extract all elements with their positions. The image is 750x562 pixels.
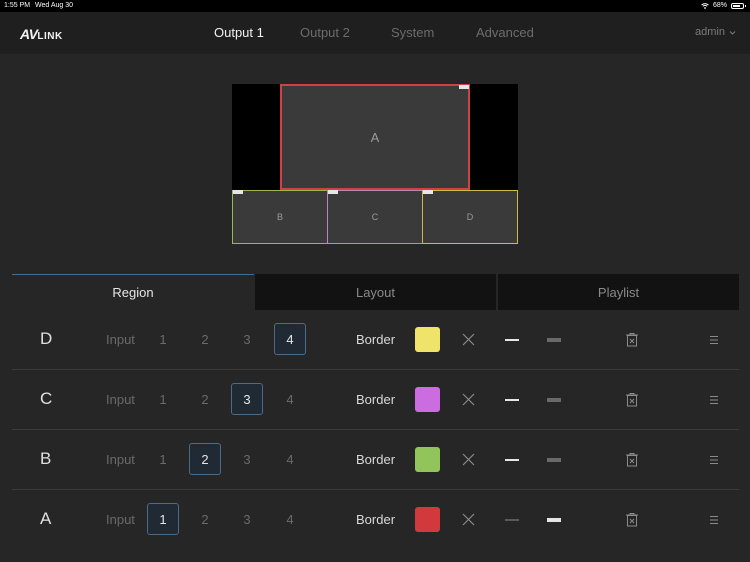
chevron-down-icon [729,30,736,35]
app-header: AV LINK Output 1 Output 2 System Advance… [0,12,750,54]
input-button[interactable]: 3 [231,323,263,355]
region-letter: A [40,509,52,528]
border-color-swatch[interactable] [415,447,440,472]
close-icon[interactable] [462,453,475,466]
trash-icon[interactable] [625,452,639,467]
input-button[interactable]: 2 [189,323,221,355]
thin-border-icon[interactable] [505,339,519,341]
tab-output-2[interactable]: Output 2 [300,25,350,40]
status-date: Wed Aug 30 [35,2,74,9]
layout-preview: A B C D [232,84,518,244]
wifi-icon [701,3,709,9]
region-letter: C [40,389,53,408]
input-button[interactable]: 3 [231,383,263,415]
drag-handle-icon[interactable] [709,455,719,465]
input-button[interactable]: 2 [189,383,221,415]
battery-percent: 68% [712,2,727,9]
thick-border-icon[interactable] [547,338,561,342]
preview-region-label: D [466,212,474,222]
preview-region-label: C [371,212,379,222]
input-button[interactable]: 1 [147,323,179,355]
tab-output-1[interactable]: Output 1 [214,25,264,40]
battery-icon [731,3,746,9]
preview-region-c[interactable]: C [327,190,423,244]
preview-region-b[interactable]: B [232,190,328,244]
logo-main: AV [20,26,38,42]
thin-border-icon[interactable] [505,459,519,461]
tab-layout[interactable]: Layout [255,274,496,310]
status-right: 68% [701,0,746,12]
input-label: Input [106,392,135,407]
user-name: admin [695,26,725,38]
drag-handle-icon[interactable] [709,335,719,345]
input-button[interactable]: 1 [147,443,179,475]
trash-icon[interactable] [625,332,639,347]
trash-icon[interactable] [625,392,639,407]
border-label: Border [356,452,396,467]
input-button[interactable]: 1 [147,383,179,415]
preview-region-d[interactable]: D [422,190,518,244]
border-label: Border [356,512,396,527]
tab-playlist[interactable]: Playlist [498,274,739,310]
close-icon[interactable] [462,393,475,406]
region-row: B Input 1 2 3 4 Border [12,430,739,490]
region-tag [233,190,243,194]
region-row: C Input 1 2 3 4 Border [12,370,739,430]
preview-region-label: B [276,212,283,222]
thick-border-icon[interactable] [547,518,561,522]
tab-advanced[interactable]: Advanced [476,25,534,40]
input-label: Input [106,452,135,467]
input-button[interactable]: 2 [189,443,221,475]
border-color-swatch[interactable] [415,327,440,352]
region-tag [423,190,433,194]
input-button[interactable]: 4 [274,503,306,535]
region-tag [459,85,469,89]
input-button[interactable]: 2 [189,503,221,535]
input-button[interactable]: 3 [231,503,263,535]
input-button[interactable]: 3 [231,443,263,475]
thin-border-icon[interactable] [505,399,519,401]
thick-border-icon[interactable] [547,458,561,462]
close-icon[interactable] [462,333,475,346]
user-menu[interactable]: admin [695,26,736,38]
border-label: Border [356,332,396,347]
region-row: D Input 1 2 3 4 Border [12,310,739,370]
region-row: A Input 1 2 3 4 Border [12,490,739,550]
preview-region-label: A [370,129,380,145]
input-button[interactable]: 1 [147,503,179,535]
logo: AV LINK [20,26,63,42]
input-button[interactable]: 4 [274,323,306,355]
input-button[interactable]: 4 [274,383,306,415]
region-tag [328,190,338,194]
close-icon[interactable] [462,513,475,526]
panel-tabs: Region Layout Playlist [12,274,739,310]
tab-system[interactable]: System [391,25,434,40]
logo-sub: LINK [37,31,63,42]
drag-handle-icon[interactable] [709,395,719,405]
status-time: 1:55 PM [4,2,31,9]
status-bar: 1:55 PM Wed Aug 30 68% [0,0,750,12]
region-letter: B [40,449,52,468]
thick-border-icon[interactable] [547,398,561,402]
trash-icon[interactable] [625,512,639,527]
input-button[interactable]: 4 [274,443,306,475]
border-color-swatch[interactable] [415,387,440,412]
drag-handle-icon[interactable] [709,515,719,525]
border-label: Border [356,392,396,407]
preview-region-a[interactable]: A [280,84,470,190]
input-label: Input [106,332,135,347]
border-color-swatch[interactable] [415,507,440,532]
tab-region[interactable]: Region [12,274,254,310]
thin-border-icon[interactable] [505,519,519,521]
input-label: Input [106,512,135,527]
region-letter: D [40,329,53,348]
region-list: D Input 1 2 3 4 Border C Input 1 2 3 4 Border B Input… [12,310,739,550]
